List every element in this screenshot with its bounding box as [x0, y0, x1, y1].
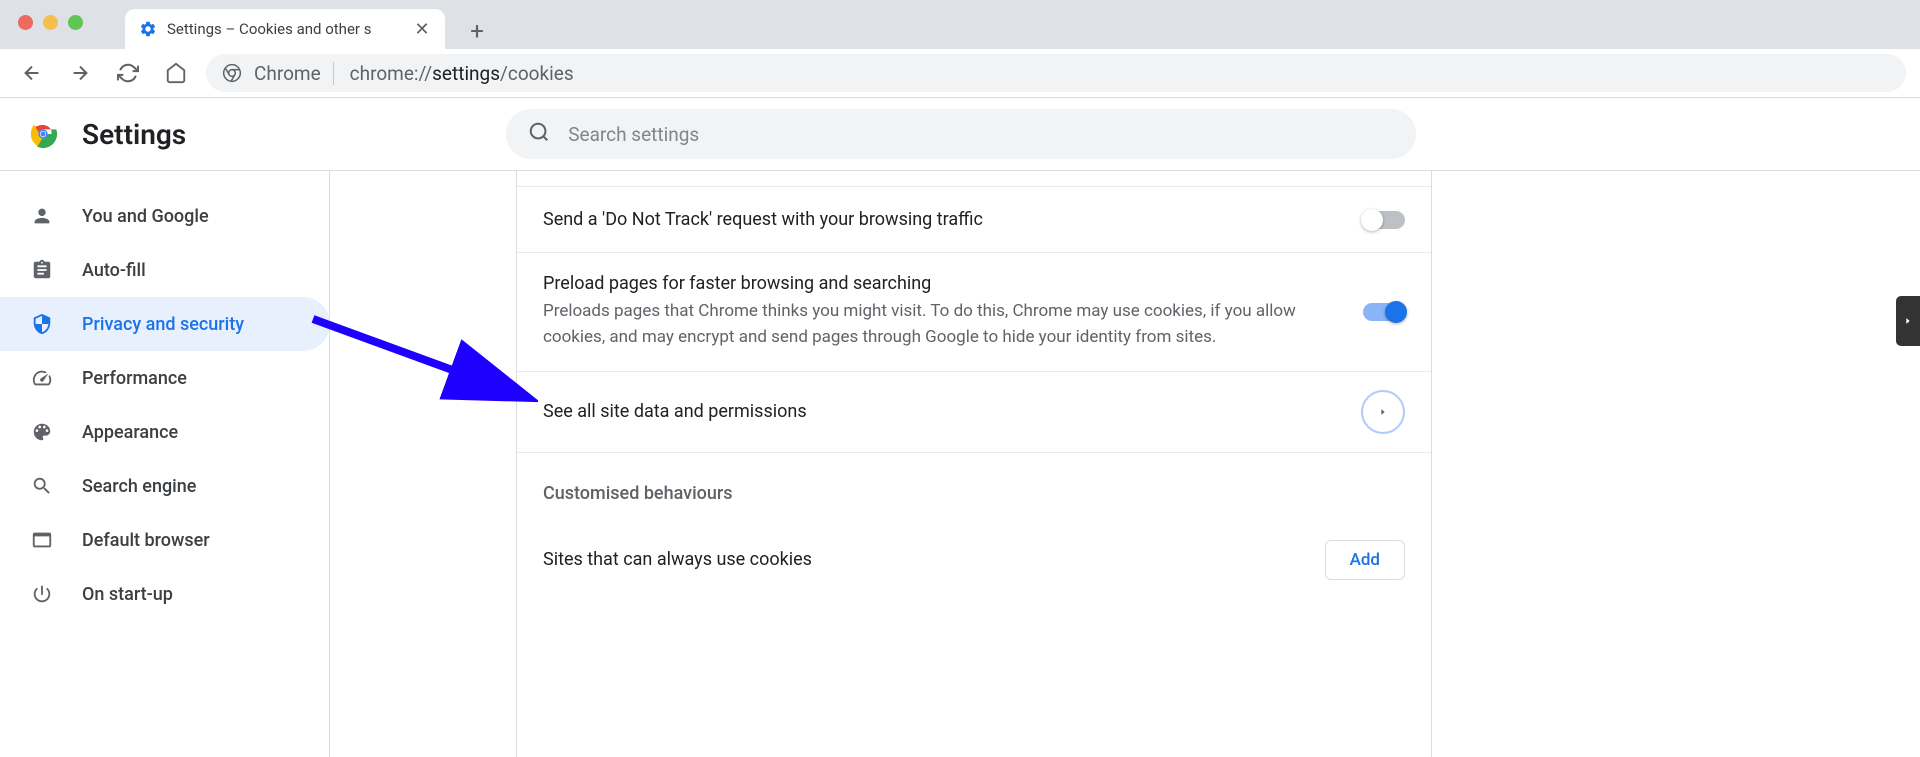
browser-icon: [30, 528, 54, 552]
sidebar-item-label: Auto-fill: [82, 260, 146, 281]
chrome-logo-icon: [28, 119, 58, 149]
sidebar-item-privacy-security[interactable]: Privacy and security: [0, 297, 330, 351]
sidebar-item-default-browser[interactable]: Default browser: [0, 513, 329, 567]
row-see-all-site-data[interactable]: See all site data and permissions: [517, 372, 1431, 453]
home-button[interactable]: [158, 55, 194, 91]
back-button[interactable]: [14, 55, 50, 91]
address-bar[interactable]: Chrome chrome://settings/cookies: [206, 54, 1906, 92]
clipboard-icon: [30, 258, 54, 282]
search-icon: [30, 474, 54, 498]
shield-icon: [30, 312, 54, 336]
omnibox-url: chrome://settings/cookies: [346, 62, 574, 85]
add-button[interactable]: Add: [1325, 540, 1405, 580]
sidebar-item-label: Appearance: [82, 422, 178, 443]
sidebar-item-label: Default browser: [82, 530, 210, 551]
sidebar-item-label: Performance: [82, 368, 187, 389]
reload-button[interactable]: [110, 55, 146, 91]
sidebar-item-performance[interactable]: Performance: [0, 351, 329, 405]
window-close[interactable]: [18, 15, 33, 30]
row-do-not-track: Send a 'Do Not Track' request with your …: [517, 187, 1431, 253]
row-title: See all site data and permissions: [543, 401, 807, 422]
sidebar: You and Google Auto-fill Privacy and sec…: [0, 171, 330, 757]
toolbar: Chrome chrome://settings/cookies: [0, 49, 1920, 98]
sidebar-item-label: Search engine: [82, 476, 196, 497]
close-icon[interactable]: ✕: [413, 20, 431, 38]
sidebar-item-search-engine[interactable]: Search engine: [0, 459, 329, 513]
browser-tab[interactable]: Settings – Cookies and other s ✕: [125, 9, 445, 49]
sidebar-item-on-startup[interactable]: On start-up: [0, 567, 329, 621]
sidebar-item-label: Privacy and security: [82, 314, 244, 335]
omnibox-prefix: Chrome: [254, 62, 334, 85]
search-placeholder: Search settings: [568, 123, 699, 146]
section-header-customised: Customised behaviours: [517, 453, 1431, 516]
right-panel-toggle[interactable]: [1896, 296, 1920, 346]
sidebar-item-appearance[interactable]: Appearance: [0, 405, 329, 459]
sidebar-item-label: On start-up: [82, 584, 173, 605]
gear-icon: [139, 20, 157, 38]
tab-strip: Settings – Cookies and other s ✕ +: [0, 0, 1920, 49]
sidebar-item-label: You and Google: [82, 206, 209, 227]
search-input[interactable]: Search settings: [506, 109, 1416, 159]
row-title: Sites that can always use cookies: [543, 549, 812, 570]
new-tab-button[interactable]: +: [459, 13, 495, 49]
content-card: Send a 'Do Not Track' request with your …: [516, 171, 1432, 757]
window-maximize[interactable]: [68, 15, 83, 30]
power-icon: [30, 582, 54, 606]
settings-header: Settings Search settings: [0, 98, 1920, 170]
row-description: Preloads pages that Chrome thinks you mi…: [543, 298, 1339, 351]
traffic-lights: [0, 0, 101, 30]
toggle-preload[interactable]: [1363, 303, 1405, 321]
row-title: Preload pages for faster browsing and se…: [543, 273, 1339, 294]
forward-button[interactable]: [62, 55, 98, 91]
chrome-outline-icon: [222, 63, 242, 83]
chevron-right-icon: [1361, 390, 1405, 434]
search-icon: [528, 121, 550, 147]
sidebar-item-autofill[interactable]: Auto-fill: [0, 243, 329, 297]
row-preload: Preload pages for faster browsing and se…: [517, 253, 1431, 372]
person-icon: [30, 204, 54, 228]
palette-icon: [30, 420, 54, 444]
sidebar-item-you-and-google[interactable]: You and Google: [0, 189, 329, 243]
row-always-cookies: Sites that can always use cookies Add: [517, 516, 1431, 592]
main: You and Google Auto-fill Privacy and sec…: [0, 171, 1920, 757]
window-minimize[interactable]: [43, 15, 58, 30]
tab-title: Settings – Cookies and other s: [167, 20, 403, 38]
row-title: Send a 'Do Not Track' request with your …: [543, 209, 1339, 230]
toggle-do-not-track[interactable]: [1363, 211, 1405, 229]
content: Send a 'Do Not Track' request with your …: [330, 171, 1920, 757]
browser-chrome: Settings – Cookies and other s ✕ + Chrom…: [0, 0, 1920, 98]
speedometer-icon: [30, 366, 54, 390]
page-title: Settings: [82, 118, 186, 151]
